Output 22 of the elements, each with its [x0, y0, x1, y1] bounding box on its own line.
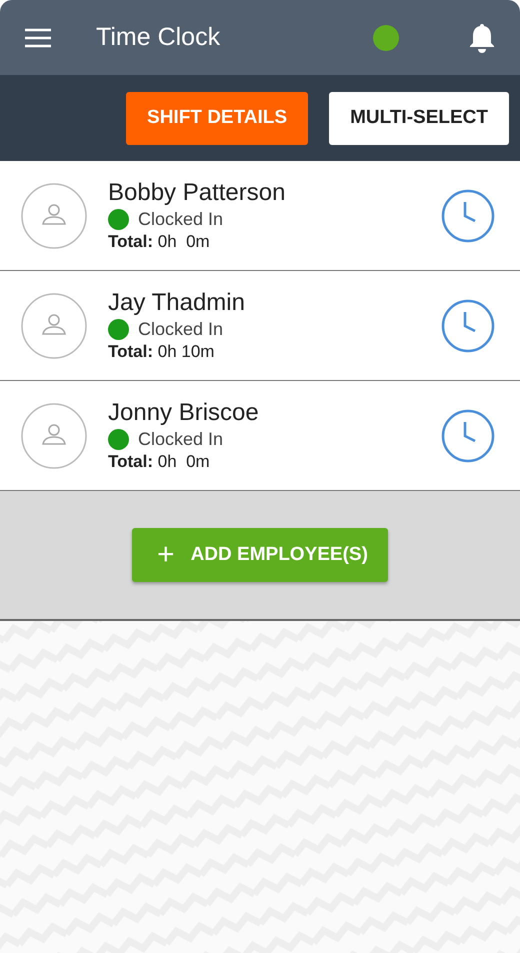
total-time: Total: 0h 10m	[108, 342, 216, 362]
employee-name: Jonny Briscoe	[108, 399, 260, 427]
employee-name: Bobby Patterson	[108, 179, 286, 207]
clock-icon[interactable]	[441, 298, 495, 352]
employee-row[interactable]: Jonny Briscoe Clocked In Total: 0h 0m	[0, 381, 520, 491]
total-time: Total: 0h 0m	[108, 232, 211, 252]
avatar-icon	[21, 402, 87, 468]
clock-icon[interactable]	[441, 408, 495, 462]
status-text: Clocked In	[138, 429, 224, 450]
app-title: Time Clock	[96, 23, 222, 52]
employee-row[interactable]: Bobby Patterson Clocked In Total: 0h 0m	[0, 161, 520, 271]
multi-select-button[interactable]: MULTI-SELECT	[329, 92, 509, 144]
menu-icon[interactable]	[24, 28, 52, 48]
clock-icon[interactable]	[441, 188, 495, 242]
employee-name: Jay Thadmin	[108, 289, 246, 317]
status-text: Clocked In	[138, 319, 224, 340]
avatar-icon	[21, 182, 87, 248]
bell-icon[interactable]	[468, 22, 496, 54]
avatar-icon	[21, 292, 87, 358]
total-time: Total: 0h 0m	[108, 452, 211, 472]
employee-row[interactable]: Jay Thadmin Clocked In Total: 0h 10m	[0, 271, 520, 381]
status-text: Clocked In	[138, 209, 224, 230]
